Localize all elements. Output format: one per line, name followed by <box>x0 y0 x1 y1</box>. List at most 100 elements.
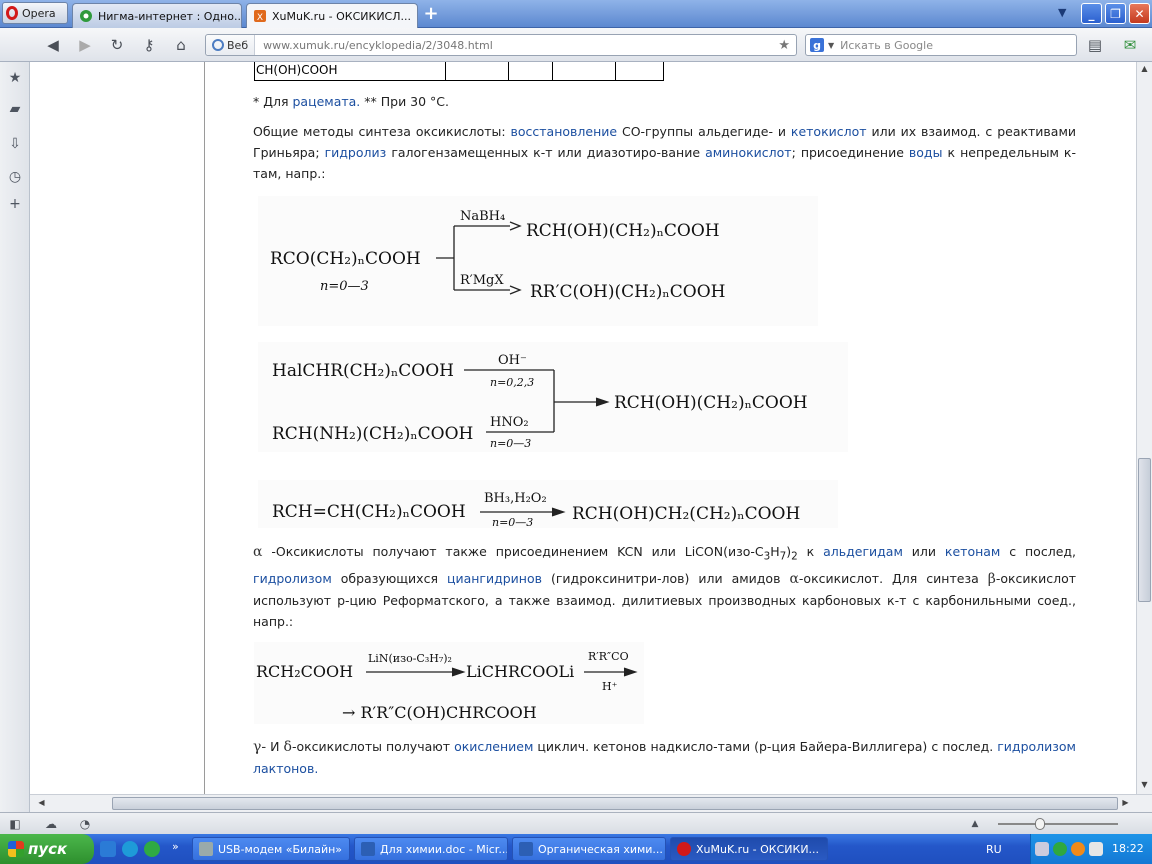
link-racemate[interactable]: рацемата. <box>292 94 360 109</box>
web-badge[interactable]: Веб <box>206 35 256 55</box>
start-label: пуск <box>28 840 68 858</box>
scroll-down-icon[interactable]: ▼ <box>1137 778 1152 792</box>
maximize-button[interactable]: ❐ <box>1105 3 1126 24</box>
search-placeholder: Искать в Google <box>840 38 933 52</box>
notes-icon[interactable]: ▰ <box>7 101 23 117</box>
scheme4-intermediate: LiCHRCOOLi <box>466 662 574 681</box>
new-tab-button[interactable]: + <box>421 5 441 23</box>
task-opera-xumuk[interactable]: XuMuK.ru - ОКСИКИ... <box>670 837 828 861</box>
table-cell <box>446 62 509 80</box>
url-text[interactable]: www.xumuk.ru/encyklopedia/2/3048.html <box>255 39 778 52</box>
link-water[interactable]: воды <box>909 145 943 160</box>
key-icon[interactable]: ⚷ <box>140 36 158 54</box>
speed-dial-icon[interactable]: ◔ <box>76 815 94 833</box>
footnote-text: * Для <box>253 94 293 109</box>
volume-tray-icon[interactable] <box>1089 842 1103 856</box>
vertical-scrollbar[interactable]: ▲ ▼ <box>1136 62 1152 794</box>
bookmark-star-icon[interactable]: ★ <box>778 38 796 53</box>
paragraph-gamma: γ- И δ-оксикислоты получают окислением ц… <box>253 736 1076 779</box>
link-reduction[interactable]: восстановление <box>511 124 618 139</box>
task-label: Органическая хими... <box>538 842 663 856</box>
taskbar: пуск » USB-модем «Билайн» Для химии.doc … <box>0 834 1152 864</box>
address-bar[interactable]: Веб www.xumuk.ru/encyklopedia/2/3048.htm… <box>205 34 797 56</box>
table-cell <box>616 62 663 80</box>
opera-menu-button[interactable]: Opera <box>2 2 68 24</box>
reload-icon[interactable]: ↻ <box>108 36 126 54</box>
link-cyanohydrins[interactable]: циангидринов <box>447 571 542 586</box>
reaction-scheme-1: RCO(CH₂)ₙCOOH n=0—3 NaBH₄ RCH(OH)(CH₂)ₙC… <box>258 196 818 326</box>
update-tray-icon[interactable] <box>1071 842 1085 856</box>
link-oxidation[interactable]: окислением <box>454 739 533 754</box>
vertical-scroll-thumb[interactable] <box>1138 458 1151 602</box>
zoom-slider-track[interactable] <box>998 823 1118 825</box>
search-engine-dropdown-icon[interactable]: ▼ <box>828 41 834 50</box>
beta-symbol: β <box>987 570 996 587</box>
paragraph-methods: Общие методы синтеза оксикислоты: восста… <box>253 121 1076 184</box>
page-icon[interactable]: ▤ <box>1086 36 1104 54</box>
home-icon[interactable]: ⌂ <box>172 36 190 54</box>
scroll-right-icon[interactable]: ▶ <box>1118 796 1133 810</box>
language-indicator[interactable]: RU <box>986 843 1002 856</box>
scheme3-condition: BH₃,H₂O₂ <box>484 491 547 506</box>
scheme1-product2: RR′C(OH)(CH₂)ₙCOOH <box>530 282 725 302</box>
text: И <box>266 739 284 754</box>
text: ; присоединение <box>791 145 909 160</box>
text: H <box>770 544 780 559</box>
start-button[interactable]: пуск <box>0 834 94 864</box>
modem-icon <box>199 842 213 856</box>
link-ketoacids[interactable]: кетокислот <box>791 124 867 139</box>
zoom-menu-icon[interactable]: ▲ <box>966 815 984 833</box>
tab-menu-icon[interactable]: ▼ <box>1058 6 1066 19</box>
app-icon[interactable] <box>144 841 160 857</box>
horizontal-scroll-thumb[interactable] <box>112 797 1118 810</box>
bookmarks-star-icon[interactable]: ★ <box>7 70 23 86</box>
close-tab-icon[interactable]: ✕ <box>416 10 417 23</box>
downloads-icon[interactable]: ⇩ <box>7 136 23 152</box>
text: или <box>902 544 945 559</box>
search-box[interactable]: g ▼ Искать в Google <box>805 34 1077 56</box>
link-hydrolysis-2[interactable]: гидролизом <box>253 571 332 586</box>
word-icon <box>361 842 375 856</box>
opera-icon <box>677 842 691 856</box>
panel-toggle-icon[interactable]: ◧ <box>6 815 24 833</box>
history-clock-icon[interactable]: ◷ <box>7 169 23 185</box>
scroll-up-icon[interactable]: ▲ <box>1137 62 1152 76</box>
url-prefix: www.xumuk.ru <box>263 38 346 52</box>
table-cell <box>509 62 553 80</box>
mail-icon[interactable]: ✉ <box>1121 36 1139 54</box>
network-tray-icon[interactable] <box>1053 842 1067 856</box>
link-aldehydes[interactable]: альдегидам <box>823 544 903 559</box>
more-quicklaunch-icon[interactable]: » <box>172 840 179 853</box>
forward-icon[interactable]: ▶ <box>76 36 94 54</box>
tab-nigma[interactable]: Нигма-интернет : Одно... ✕ <box>72 3 242 28</box>
scheme1-arrow2-reagent: R′MgX <box>460 273 504 288</box>
link-ketones[interactable]: кетонам <box>945 544 1000 559</box>
tab-xumuk[interactable]: X XuMuK.ru - ОКСИКИСЛ... ✕ <box>246 3 418 28</box>
back-icon[interactable]: ◀ <box>44 36 62 54</box>
task-usb-modem[interactable]: USB-модем «Билайн» <box>192 837 350 861</box>
minimize-button[interactable]: _ <box>1081 3 1102 24</box>
text: -Оксикислоты получают также присоединени… <box>262 544 764 559</box>
quicklaunch-icon[interactable] <box>100 841 116 857</box>
link-hydrolysis[interactable]: гидролиз <box>325 145 387 160</box>
task-word-doc[interactable]: Для химии.doc - Micr... <box>354 837 508 861</box>
text: Общие методы синтеза оксикислоты: <box>253 124 511 139</box>
zoom-slider-knob[interactable] <box>1035 818 1045 830</box>
text: СО-группы альдегиде- и <box>617 124 791 139</box>
scheme4-product: → R′R″C(OH)CHRCOOH <box>342 703 537 722</box>
text: образующихся <box>331 570 447 586</box>
add-panel-icon[interactable]: + <box>7 196 23 212</box>
scroll-left-icon[interactable]: ◀ <box>34 796 49 810</box>
keyboard-tray-icon[interactable] <box>1035 842 1049 856</box>
clock: 18:22 <box>1112 842 1144 855</box>
ie-icon[interactable] <box>122 841 138 857</box>
link-aminoacids[interactable]: аминокислот <box>705 145 792 160</box>
turbo-cloud-icon[interactable]: ☁ <box>42 815 60 833</box>
task-organic-chem[interactable]: Органическая хими... <box>512 837 666 861</box>
xumuk-favicon-icon: X <box>254 10 266 23</box>
horizontal-scrollbar[interactable]: ◀ ▶ <box>30 794 1152 812</box>
close-window-button[interactable]: ✕ <box>1129 3 1150 24</box>
google-icon[interactable]: g <box>810 38 824 52</box>
task-label: USB-модем «Билайн» <box>218 842 343 856</box>
scheme2-reagent1: HalCHR(CH₂)ₙCOOH <box>272 361 454 381</box>
